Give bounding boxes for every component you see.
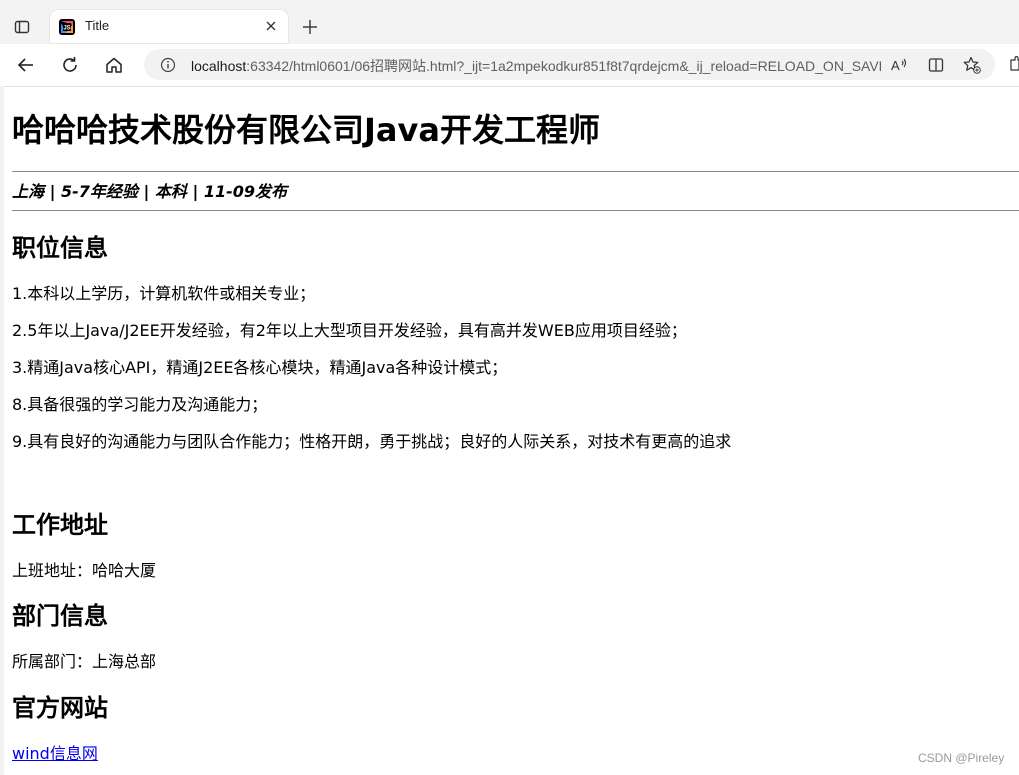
favicon-icon: JS bbox=[59, 19, 75, 35]
home-icon[interactable] bbox=[102, 53, 126, 77]
url-path: :63342/html0601/06招聘网站.html?_ijt=1a2mpek… bbox=[246, 58, 881, 74]
website-link[interactable]: wind信息网 bbox=[12, 744, 98, 763]
job-info-item: 8.具备很强的学习能力及沟通能力； bbox=[12, 395, 268, 414]
extensions-icon[interactable] bbox=[1008, 55, 1019, 74]
close-icon[interactable] bbox=[264, 19, 278, 33]
info-icon[interactable] bbox=[160, 57, 176, 73]
tab-actions-icon[interactable] bbox=[10, 16, 34, 38]
reload-icon[interactable] bbox=[58, 53, 82, 77]
read-aloud-icon[interactable]: A bbox=[890, 56, 908, 74]
tab-strip: JS Title bbox=[0, 0, 1019, 44]
watermark: CSDN @Pireley bbox=[918, 751, 1005, 765]
favorites-icon[interactable] bbox=[963, 56, 981, 74]
svg-text:JS: JS bbox=[63, 26, 70, 32]
department-heading: 部门信息 bbox=[12, 602, 108, 630]
job-info-item: 3.精通Java核心API，精通J2EE各核心模块，精通Java各种设计模式； bbox=[12, 358, 508, 377]
page-content: 哈哈哈技术股份有限公司Java开发工程师 上海 | 5-7年经验 | 本科 | … bbox=[4, 86, 1019, 775]
url-text[interactable]: localhost:63342/html0601/06招聘网站.html?_ij… bbox=[191, 56, 881, 74]
job-meta: 上海 | 5-7年经验 | 本科 | 11-09发布 bbox=[12, 182, 288, 201]
work-address-text: 上班地址：哈哈大厦 bbox=[12, 561, 157, 580]
website-paragraph: wind信息网 bbox=[12, 744, 98, 764]
svg-text:A: A bbox=[891, 58, 900, 73]
job-info-item: 2.5年以上Java/J2EE开发经验，有2年以上大型项目开发经验，具有高并发W… bbox=[12, 321, 687, 340]
url-host: localhost bbox=[191, 58, 247, 74]
toolbar: localhost:63342/html0601/06招聘网站.html?_ij… bbox=[0, 44, 1019, 87]
split-screen-icon[interactable] bbox=[927, 56, 945, 74]
browser-chrome: JS Title localhost:63342/html0601/06招聘网站… bbox=[0, 0, 1019, 87]
divider-bottom bbox=[12, 210, 1019, 211]
browser-tab[interactable]: JS Title bbox=[50, 10, 288, 43]
department-text: 所属部门：上海总部 bbox=[12, 652, 157, 671]
website-heading: 官方网站 bbox=[12, 694, 108, 722]
new-tab-icon[interactable] bbox=[300, 17, 320, 37]
divider-top bbox=[12, 171, 1019, 172]
address-bar[interactable]: localhost:63342/html0601/06招聘网站.html?_ij… bbox=[144, 49, 995, 80]
job-title: 哈哈哈技术股份有限公司Java开发工程师 bbox=[12, 111, 600, 149]
back-icon[interactable] bbox=[14, 53, 38, 77]
job-info-item: 9.具有良好的沟通能力与团队合作能力；性格开朗，勇于挑战；良好的人际关系，对技术… bbox=[12, 432, 732, 451]
job-info-heading: 职位信息 bbox=[12, 234, 108, 262]
work-address-heading: 工作地址 bbox=[12, 511, 108, 539]
job-info-item: 1.本科以上学历，计算机软件或相关专业； bbox=[12, 284, 316, 303]
tab-title: Title bbox=[85, 18, 110, 33]
